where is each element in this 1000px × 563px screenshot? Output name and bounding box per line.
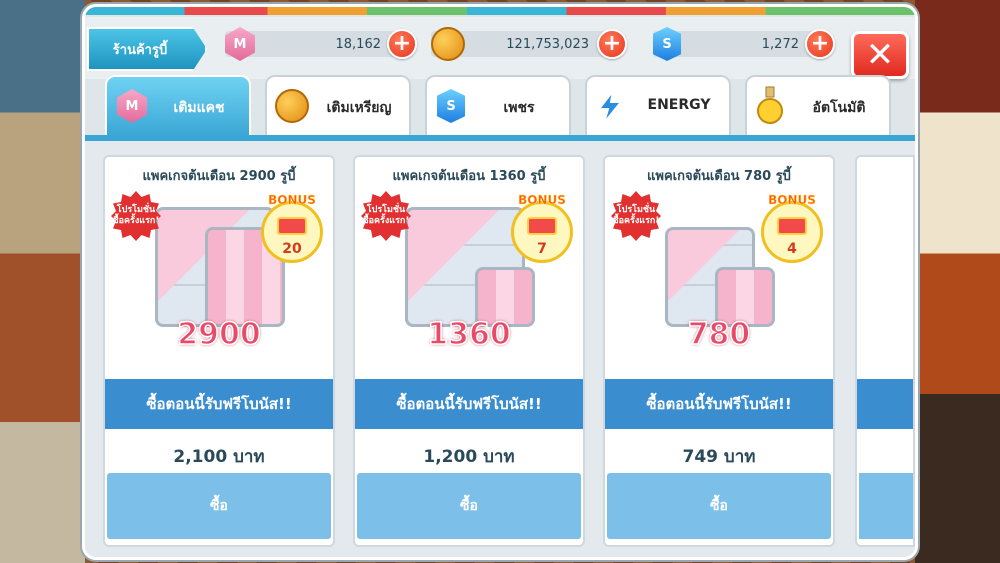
bonus-count: 7 <box>537 241 547 257</box>
promo-banner <box>857 379 913 429</box>
add-ruby-button[interactable]: + <box>387 29 417 59</box>
bonus-label: BONUS <box>268 193 316 208</box>
package-card-partial[interactable] <box>855 155 915 547</box>
buy-button[interactable]: ซื้อ <box>357 473 581 539</box>
tab-label: เติมเหรียญ <box>326 100 392 116</box>
blue-gem-s-icon: S <box>437 89 465 123</box>
ruby-amount: 2900 <box>177 316 262 353</box>
promo-badge: โปรโมชั่น ซื้อครั้งแรก! <box>361 191 411 241</box>
ruby-amount: 1360 <box>427 316 512 353</box>
gold-coin-icon <box>431 27 465 61</box>
coin-balance: 121,753,023 <box>506 37 589 52</box>
tab-label: เพชร <box>503 100 535 116</box>
promo-banner: ซื้อตอนนี้รับฟรีโบนัส!! <box>605 379 833 429</box>
shop-header: ร้านค้ารูบี้ M 18,162 + 121,753,023 + S … <box>85 17 915 79</box>
package-price: 1,200 บาท <box>423 447 515 467</box>
tab-coins[interactable]: เติมเหรียญ <box>265 75 411 137</box>
package-list: แพคเกจต้นเดือน 2900 รูบี้ โปรโมชั่น ซื้อ… <box>85 141 915 557</box>
package-card: แพคเกจต้นเดือน 1360 รูบี้ โปรโมชั่น ซื้อ… <box>353 155 585 547</box>
shop-dialog: ร้านค้ารูบี้ M 18,162 + 121,753,023 + S … <box>82 4 918 560</box>
decor-strip <box>85 7 915 15</box>
promo-badge: โปรโมชั่น ซื้อครั้งแรก! <box>111 191 161 241</box>
game-background-left <box>0 0 85 563</box>
package-card: แพคเกจต้นเดือน 2900 รูบี้ โปรโมชั่น ซื้อ… <box>103 155 335 547</box>
bonus-count: 20 <box>282 241 302 257</box>
gold-coin-icon <box>275 89 309 123</box>
ticket-icon <box>527 217 557 235</box>
promo-banner: ซื้อตอนนี้รับฟรีโบนัส!! <box>355 379 583 429</box>
tab-label: อัตโนมัติ <box>812 100 866 116</box>
add-coin-button[interactable]: + <box>597 29 627 59</box>
bonus-count: 4 <box>787 241 797 257</box>
ruby-m-icon: M <box>117 89 147 123</box>
game-background-right <box>915 0 1000 563</box>
promo-banner: ซื้อตอนนี้รับฟรีโบนัส!! <box>105 379 333 429</box>
ticket-icon <box>777 217 807 235</box>
ruby-balance: 18,162 <box>335 37 382 52</box>
tab-label: ENERGY <box>647 97 711 113</box>
add-gem-button[interactable]: + <box>805 29 835 59</box>
tab-auto[interactable]: อัตโนมัติ <box>745 75 891 137</box>
package-title: แพคเกจต้นเดือน 1360 รูบี้ <box>392 169 546 184</box>
ticket-icon <box>277 217 307 235</box>
potion-icon <box>757 86 783 124</box>
package-card: แพคเกจต้นเดือน 780 รูบี้ โปรโมชั่น ซื้อค… <box>603 155 835 547</box>
buy-button[interactable]: ซื้อ <box>607 473 831 539</box>
package-title: แพคเกจต้นเดือน 780 รูบี้ <box>647 169 791 184</box>
tab-energy[interactable]: ENERGY <box>585 75 731 137</box>
blue-gem-s-icon: S <box>653 27 681 61</box>
ruby-amount: 780 <box>687 316 751 353</box>
package-price: 2,100 บาท <box>173 447 265 467</box>
energy-icon <box>596 90 624 124</box>
shop-title: ร้านค้ารูบี้ <box>87 27 207 71</box>
tab-label: เติมแคช <box>173 100 225 116</box>
tab-diamonds[interactable]: S เพชร <box>425 75 571 137</box>
buy-button[interactable]: ซื้อ <box>107 473 331 539</box>
package-price: 749 บาท <box>682 447 756 467</box>
close-button[interactable]: ✕ <box>851 31 909 79</box>
promo-badge: โปรโมชั่น ซื้อครั้งแรก! <box>611 191 661 241</box>
buy-button[interactable] <box>859 473 913 539</box>
bonus-label: BONUS <box>768 193 816 208</box>
package-title: แพคเกจต้นเดือน 2900 รูบี้ <box>142 169 296 184</box>
tab-cash[interactable]: M เติมแคช <box>105 75 251 137</box>
gem-balance: 1,272 <box>761 37 799 52</box>
bonus-label: BONUS <box>518 193 566 208</box>
